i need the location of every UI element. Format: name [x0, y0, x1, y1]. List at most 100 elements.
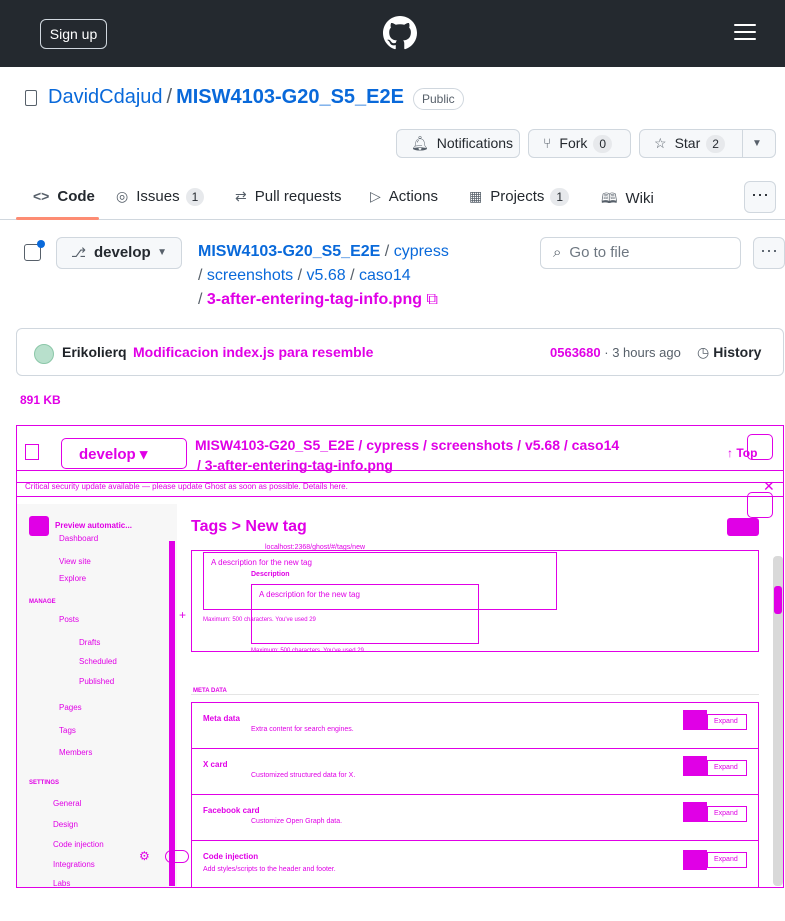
active-tab-indicator — [16, 217, 99, 220]
history-icon: ◷ — [697, 344, 710, 360]
star-label: Star — [674, 135, 701, 151]
preview-card-expand: Expand — [707, 760, 747, 776]
preview-sidebar-item: Tags — [59, 726, 76, 735]
file-image-preview: develop ▾ MISW4103-G20_S5_E2E / cypress … — [16, 425, 784, 888]
breadcrumb-cypress-link[interactable]: cypress — [394, 243, 449, 260]
fork-button[interactable]: ⑂ Fork 0 — [528, 129, 631, 158]
repo-tabs: <> Code ◎ Issues 1 ⇄ Pull requests ▷ Actions … — [0, 176, 785, 220]
hamburger-menu-icon[interactable] — [734, 24, 756, 42]
breadcrumb-screenshots-link[interactable]: screenshots — [207, 267, 293, 284]
tab-code[interactable]: <> Code — [33, 188, 95, 205]
star-button[interactable]: ☆ Star 2 ▼ — [639, 129, 776, 158]
star-dropdown-caret-icon[interactable]: ▼ — [752, 130, 762, 157]
tab-wiki[interactable]: 🕮︎ Wiki — [601, 188, 654, 212]
avatar[interactable] — [34, 344, 54, 364]
breadcrumb-caso-link[interactable]: caso14 — [359, 267, 411, 284]
projects-count: 1 — [550, 188, 570, 206]
preview-card-expand-fill — [683, 850, 707, 870]
visibility-badge: Public — [413, 88, 464, 110]
preview-breadcrumb: Tags > New tag — [191, 518, 307, 535]
preview-card-expand-fill — [683, 802, 707, 822]
preview-toggle-icon — [165, 850, 189, 863]
breadcrumb-repo-link[interactable]: MISW4103-G20_S5_E2E — [198, 243, 380, 260]
history-button[interactable]: ◷ History — [697, 344, 761, 361]
go-to-file-input[interactable]: ⌕ Go to file — [540, 237, 741, 269]
branch-selector[interactable]: ⎇ develop ▼ — [56, 237, 182, 269]
preview-sidebar-item: Members — [59, 748, 93, 757]
star-count: 2 — [706, 135, 725, 153]
preview-description-value-b: A description for the new tag — [259, 590, 360, 599]
preview-description-value-a: A description for the new tag — [211, 558, 312, 567]
preview-card-expand: Expand — [707, 806, 747, 822]
preview-sidebar-item: Posts — [59, 615, 80, 624]
preview-line — [191, 840, 759, 841]
preview-section-manage: MANAGE — [29, 599, 56, 605]
preview-gear-icon: ⚙ — [139, 849, 150, 863]
preview-sidebar-item: General — [53, 799, 82, 808]
preview-sidebar-item: Design — [53, 820, 78, 829]
branch-icon: ⎇ — [71, 245, 86, 260]
file-options-button[interactable]: ⋯ — [753, 237, 785, 269]
preview-line — [191, 794, 759, 795]
breadcrumb: MISW4103-G20_S5_E2E / cypress / screensh… — [198, 243, 449, 308]
preview-sidebar-item: Explore — [59, 574, 87, 583]
bell-icon: 🔔︎ — [411, 135, 429, 151]
preview-sidebar-item: Labs — [53, 879, 71, 888]
preview-sidebar-bg — [17, 504, 177, 887]
fork-label: Fork — [559, 135, 588, 151]
preview-sidebar-item: Published — [79, 677, 115, 686]
github-logo-icon[interactable] — [383, 16, 417, 50]
book-icon: 🕮︎ — [601, 190, 618, 206]
commit-author[interactable]: Erikolierq — [62, 344, 127, 360]
preview-card-title: X card — [203, 760, 228, 769]
preview-sidebar-item: View site — [59, 557, 91, 566]
preview-sidebar-item: Drafts — [79, 638, 101, 647]
preview-sidebar-item: Integrations — [53, 860, 95, 869]
repo-separator: / — [166, 86, 173, 108]
preview-description-help-b: Maximum: 500 characters. You've used 29 — [251, 648, 364, 654]
tab-projects[interactable]: ▦ Projects 1 — [469, 188, 570, 206]
preview-card-sub: Customize Open Graph data. — [251, 818, 343, 825]
preview-sidebar-item: Scheduled — [79, 657, 117, 666]
preview-line — [191, 694, 759, 695]
code-icon: <> — [33, 188, 50, 204]
tab-actions[interactable]: ▷ Actions — [370, 188, 438, 205]
preview-card-sub: Customized structured data for X. — [251, 772, 356, 779]
fork-icon: ⑂ — [543, 135, 552, 151]
preview-section-settings: SETTINGS — [29, 780, 60, 786]
breadcrumb-version-link[interactable]: v5.68 — [307, 267, 346, 284]
preview-line — [17, 496, 783, 497]
table-icon: ▦ — [469, 188, 483, 204]
preview-card-expand-fill — [683, 756, 707, 776]
preview-card-sub: Extra content for search engines. — [251, 726, 354, 733]
play-icon: ▷ — [370, 188, 381, 204]
commit-hash[interactable]: 0563680 — [550, 345, 601, 360]
repo-name-link[interactable]: MISW4103-G20_S5_E2E — [176, 86, 404, 108]
search-icon: ⌕ — [553, 244, 562, 261]
preview-card-title: Facebook card — [203, 806, 260, 815]
notifications-button[interactable]: 🔔︎ Notifications — [396, 129, 520, 158]
preview-card-expand: Expand — [707, 852, 747, 868]
file-size: 891 KB — [20, 393, 61, 407]
tab-pull-requests[interactable]: ⇄ Pull requests — [235, 188, 341, 205]
more-tabs-button[interactable]: ⋯ — [744, 181, 776, 213]
preview-sidebar-scrollbar — [169, 541, 175, 886]
preview-sidebar-item: Pages — [59, 703, 82, 712]
copy-path-icon[interactable]: ⧉ — [426, 291, 437, 308]
preview-sidebar-item: Preview automatic... — [55, 521, 132, 530]
latest-commit-box: Erikolierq Modificacion index.js para re… — [16, 328, 784, 376]
tab-issues[interactable]: ◎ Issues 1 — [116, 188, 205, 206]
preview-line — [191, 748, 759, 749]
notification-dot — [37, 240, 45, 248]
sign-up-button[interactable]: Sign up — [40, 19, 107, 49]
top-header: Sign up — [0, 0, 785, 67]
preview-slug-hint: localhost:2368/ghost/#/tags/new — [265, 544, 366, 551]
commit-message[interactable]: Modificacion index.js para resemble — [133, 344, 373, 360]
preview-card-sub: Add styles/scripts to the header and foo… — [203, 866, 336, 873]
pull-request-icon: ⇄ — [235, 188, 247, 204]
issue-icon: ◎ — [116, 188, 129, 204]
repo-owner-link[interactable]: DavidCdajud — [48, 86, 163, 108]
file-tree-toggle-icon[interactable] — [24, 240, 45, 261]
preview-card-expand: Expand — [707, 714, 747, 730]
star-divider — [742, 129, 743, 158]
